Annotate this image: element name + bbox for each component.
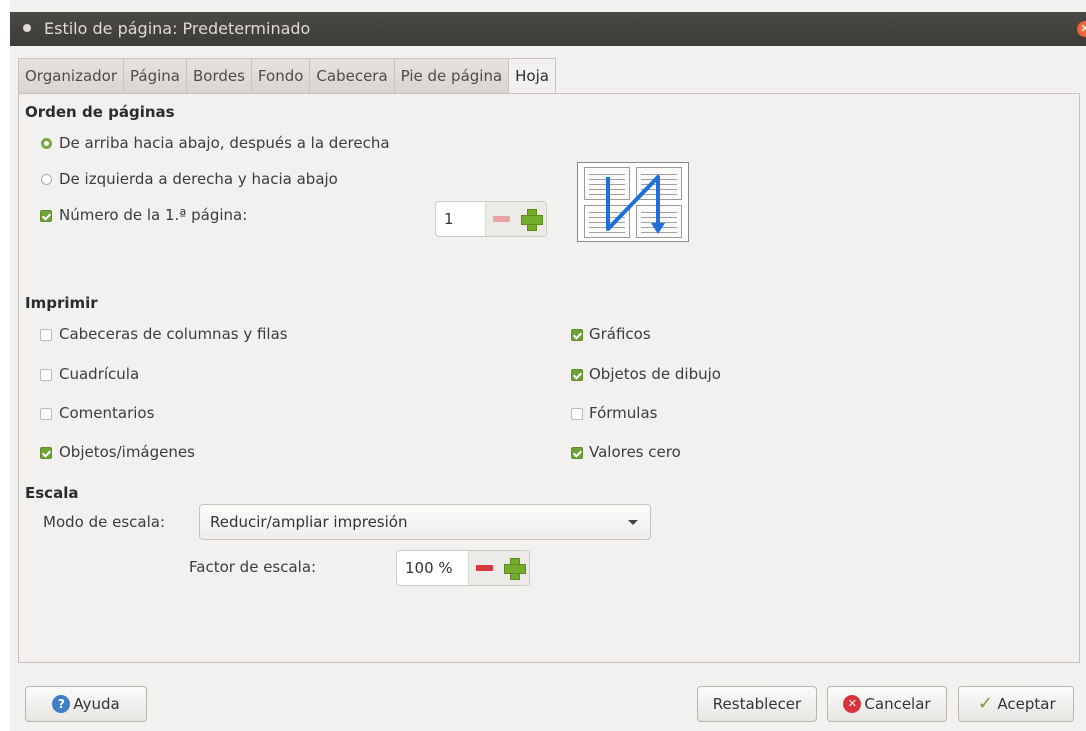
tab-hoja[interactable]: Hoja [508,58,556,95]
chevron-down-icon [628,520,638,525]
ok-button[interactable]: ✓ Aceptar [958,686,1074,722]
radio-left-right-label[interactable]: De izquierda a derecha y hacia abajo [59,170,338,188]
reset-button[interactable]: Restablecer [697,686,817,722]
page-order-arrow-icon [606,175,665,234]
close-icon[interactable]: ✕ [1077,21,1086,37]
charts-checkbox[interactable] [571,329,583,341]
minus-icon[interactable] [486,202,516,236]
first-page-label[interactable]: Número de la 1.ª página: [59,206,247,224]
tab-pie-de-pagina[interactable]: Pie de página [393,58,509,94]
scale-heading: Escala [25,484,79,502]
formulas-checkbox[interactable] [571,408,583,420]
plus-icon[interactable] [516,202,546,236]
help-button-label: Ayuda [73,695,120,713]
radio-left-right[interactable] [41,174,52,185]
scale-factor-value[interactable]: 100 % [397,559,453,577]
page-order-heading: Orden de páginas [25,103,175,121]
drawing-checkbox[interactable] [571,369,583,381]
first-page-spinbox[interactable]: 1 [435,201,547,237]
grid-label[interactable]: Cuadrícula [59,365,139,383]
zero-values-checkbox[interactable] [571,447,583,459]
tab-cabecera[interactable]: Cabecera [309,58,394,94]
cancel-icon: ✕ [843,695,862,713]
tab-bar: Organizador Página Bordes Fondo Cabecera… [18,58,556,95]
comments-label[interactable]: Comentarios [59,404,154,422]
tab-pagina[interactable]: Página [123,58,186,94]
headers-checkbox[interactable] [40,329,52,341]
sheet-tab-panel: Orden de páginas De arriba hacia abajo, … [18,93,1080,663]
first-page-checkbox[interactable] [40,210,52,222]
ok-button-label: Aceptar [997,695,1056,713]
radio-top-down[interactable] [41,138,52,149]
grid-checkbox[interactable] [40,369,52,381]
tab-fondo[interactable]: Fondo [250,58,310,94]
scale-mode-value: Reducir/ampliar impresión [210,513,408,531]
page-order-preview [577,162,689,242]
scale-factor-label: Factor de escala: [189,558,317,576]
formulas-label[interactable]: Fórmulas [589,404,657,422]
checkmark-icon: ✓ [977,693,993,714]
first-page-value[interactable]: 1 [436,210,454,228]
cancel-button-label: Cancelar [864,695,931,713]
headers-label[interactable]: Cabeceras de columnas y filas [59,325,288,343]
cancel-button[interactable]: ✕ Cancelar [827,686,947,722]
scale-mode-dropdown[interactable]: Reducir/ampliar impresión [199,504,651,540]
print-heading: Imprimir [25,294,98,312]
page-style-dialog: Estilo de página: Predeterminado ✕ Organ… [10,0,1086,731]
reset-button-label: Restablecer [712,695,802,713]
help-button[interactable]: ? Ayuda [25,686,147,722]
comments-checkbox[interactable] [40,408,52,420]
minus-icon[interactable] [469,551,499,585]
zero-values-label[interactable]: Valores cero [589,443,681,461]
title-bar: Estilo de página: Predeterminado ✕ [10,12,1086,46]
tab-bordes[interactable]: Bordes [185,58,251,94]
window-menu-icon[interactable] [23,24,31,32]
scale-mode-label: Modo de escala: [43,513,165,531]
objects-checkbox[interactable] [40,447,52,459]
radio-top-down-label[interactable]: De arriba hacia abajo, después a la dere… [59,134,390,152]
drawing-label[interactable]: Objetos de dibujo [589,365,721,383]
scale-factor-spinbox[interactable]: 100 % [396,550,530,586]
plus-icon[interactable] [499,551,529,585]
charts-label[interactable]: Gráficos [589,325,651,343]
help-icon: ? [52,695,71,713]
window-title: Estilo de página: Predeterminado [44,19,311,38]
objects-label[interactable]: Objetos/imágenes [59,443,195,461]
tab-organizador[interactable]: Organizador [18,58,124,94]
